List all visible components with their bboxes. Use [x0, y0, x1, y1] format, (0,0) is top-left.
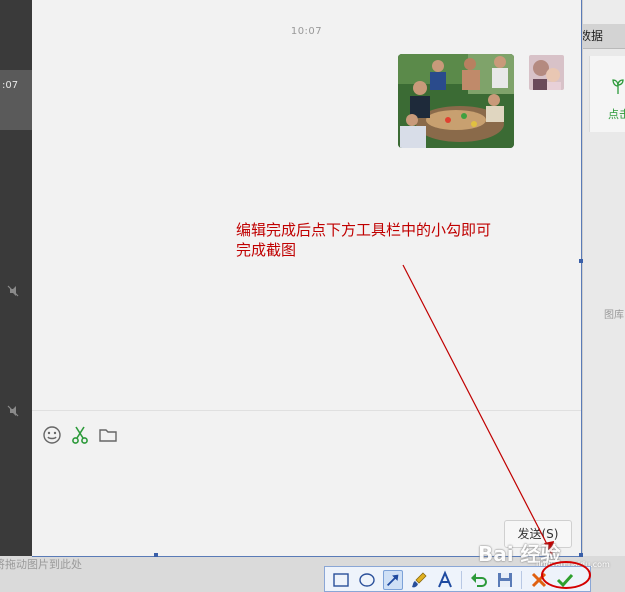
save-icon[interactable] — [495, 570, 515, 590]
annotation-arrow — [402, 264, 554, 556]
text-icon[interactable] — [435, 570, 455, 590]
arrow-icon[interactable] — [383, 570, 403, 590]
confirm-highlight-circle — [541, 561, 591, 589]
rectangle-icon[interactable] — [331, 570, 351, 590]
ellipse-icon[interactable] — [357, 570, 377, 590]
annotation-text: 编辑完成后点下方工具栏中的小勾即可完成截图 — [236, 221, 492, 259]
undo-icon[interactable] — [469, 570, 489, 590]
toolbar-separator — [521, 571, 522, 589]
toolbar-separator — [461, 571, 462, 589]
brush-icon[interactable] — [409, 570, 429, 590]
